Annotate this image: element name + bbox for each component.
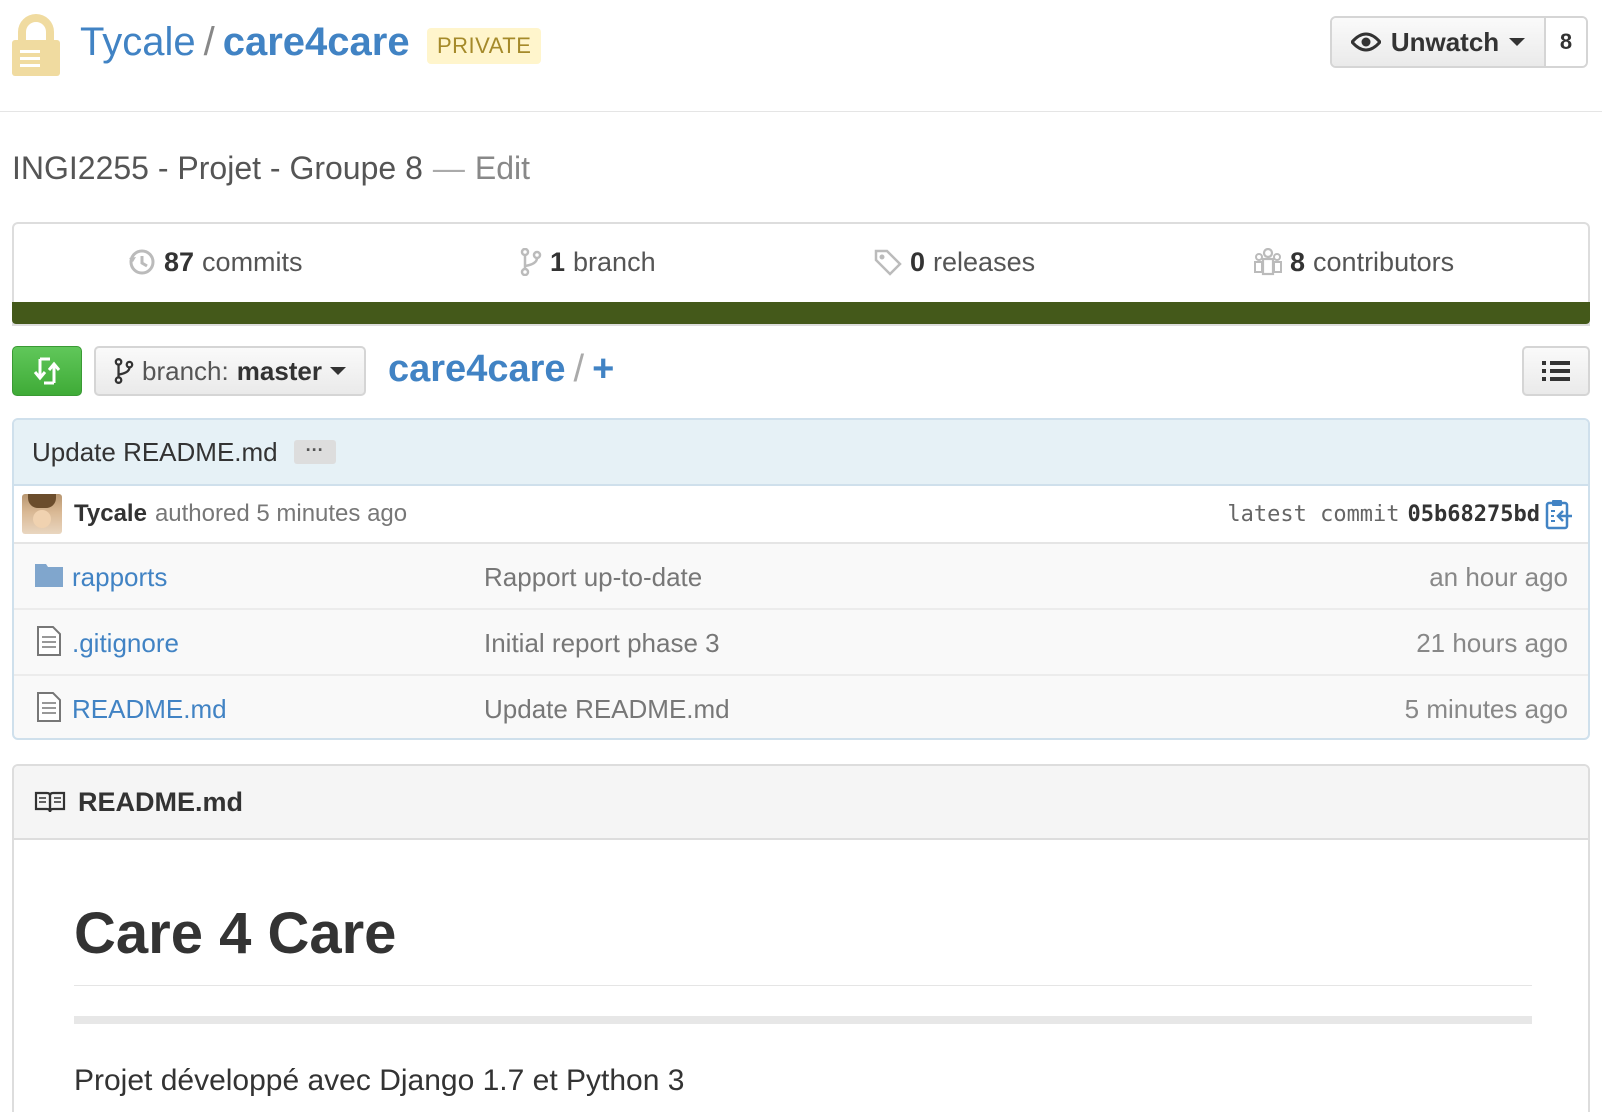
new-file-link[interactable]: + xyxy=(592,348,614,390)
file-age: an hour ago xyxy=(1429,562,1568,592)
branch-name: master xyxy=(236,355,323,386)
eye-icon xyxy=(1350,32,1381,52)
readme-paragraph: Projet développé avec Django 1.7 et Pyth… xyxy=(74,1064,685,1097)
book-icon xyxy=(34,791,66,813)
contributors-count: 8 xyxy=(1290,246,1306,277)
branch-icon xyxy=(520,248,542,276)
lock-icon xyxy=(12,14,60,76)
branches-count: 1 xyxy=(550,246,566,277)
edit-description-link[interactable]: Edit xyxy=(475,150,530,186)
list-icon xyxy=(1542,361,1570,381)
heading-divider xyxy=(74,985,1532,986)
releases-link[interactable]: 0 releases xyxy=(874,242,1035,282)
language-bar[interactable] xyxy=(12,302,1590,324)
contributors-label: contributors xyxy=(1313,246,1455,277)
releases-label: releases xyxy=(933,246,1036,277)
file-text-icon xyxy=(37,626,61,656)
file-commit-message[interactable]: Update README.md xyxy=(484,694,730,725)
expand-commit-button[interactable]: ··· xyxy=(293,440,336,464)
file-name-link[interactable]: README.md xyxy=(72,694,227,725)
file-age: 5 minutes ago xyxy=(1404,694,1568,724)
history-icon xyxy=(129,249,155,275)
branch-select-button[interactable]: branch: master xyxy=(94,346,366,396)
branches-label: branch xyxy=(573,246,656,277)
file-wrap: Update README.md ··· Tycale authored 5 m… xyxy=(12,418,1590,740)
toggle-list-button[interactable] xyxy=(1522,346,1590,396)
contributors-link[interactable]: 8 contributors xyxy=(1254,242,1454,282)
avatar[interactable] xyxy=(22,494,62,534)
latest-commit-sha-block: latest commit 05b68275bd xyxy=(1227,502,1540,527)
watch-button-group: Unwatch 8 xyxy=(1330,16,1588,68)
commit-authored-time: authored 5 minutes ago xyxy=(154,500,408,527)
clipboard-icon[interactable] xyxy=(1544,498,1574,530)
readme-panel: README.md Care 4 Care Projet développé a… xyxy=(12,764,1590,1112)
organization-icon xyxy=(1254,248,1282,276)
commit-author-link[interactable]: Tycale xyxy=(74,500,147,528)
readme-heading: Care 4 Care xyxy=(74,901,397,966)
folder-icon xyxy=(35,564,63,587)
repo-header: Tycale / care4care PRIVATE Unwatch 8 xyxy=(0,0,1602,112)
table-row: rapports Rapport up-to-date an hour ago xyxy=(14,544,1588,610)
latest-commit-title: Update README.md ··· xyxy=(14,420,1588,486)
private-badge: PRIVATE xyxy=(427,28,542,64)
watchers-count[interactable]: 8 xyxy=(1546,18,1586,66)
description-dash: — xyxy=(432,150,465,186)
file-text-icon xyxy=(37,692,61,722)
file-name-link[interactable]: rapports xyxy=(72,562,167,593)
repo-description-text: INGI2255 - Projet - Groupe 8 xyxy=(12,150,423,186)
commit-sha-link[interactable]: 05b68275bd xyxy=(1408,502,1540,527)
breadcrumb: care4care / + xyxy=(388,348,614,391)
file-name-link[interactable]: .gitignore xyxy=(72,628,179,659)
unwatch-button[interactable]: Unwatch xyxy=(1332,18,1546,66)
branch-icon xyxy=(114,358,134,384)
chevron-down-icon xyxy=(330,367,347,375)
branches-link[interactable]: 1 branch xyxy=(520,242,656,282)
releases-count: 0 xyxy=(910,246,926,277)
latest-commit-meta: Tycale authored 5 minutes ago latest com… xyxy=(14,486,1588,544)
chevron-down-icon xyxy=(1509,38,1526,46)
repo-owner-link[interactable]: Tycale xyxy=(80,20,196,64)
file-commit-message[interactable]: Rapport up-to-date xyxy=(484,562,702,593)
readme-header: README.md xyxy=(14,766,1588,840)
file-commit-message[interactable]: Initial report phase 3 xyxy=(484,628,720,659)
breadcrumb-separator: / xyxy=(573,348,585,390)
breadcrumb-root-link[interactable]: care4care xyxy=(388,348,566,390)
commits-count: 87 xyxy=(164,246,195,277)
repo-name-link[interactable]: care4care xyxy=(223,20,410,64)
compare-icon xyxy=(33,357,61,385)
commits-label: commits xyxy=(202,246,303,277)
unwatch-label: Unwatch xyxy=(1390,26,1500,57)
compare-button[interactable] xyxy=(12,346,82,396)
repo-description: INGI2255 - Projet - Groupe 8— Edit xyxy=(12,150,530,187)
commits-link[interactable]: 87 commits xyxy=(128,242,303,282)
branch-prefix: branch: xyxy=(142,355,229,386)
horizontal-rule xyxy=(74,1016,1532,1024)
latest-commit-label: latest commit xyxy=(1227,502,1400,527)
table-row: README.md Update README.md 5 minutes ago xyxy=(14,676,1588,738)
tag-icon xyxy=(874,249,902,276)
table-row: .gitignore Initial report phase 3 21 hou… xyxy=(14,610,1588,676)
repo-title-separator: / xyxy=(203,20,215,64)
latest-commit-message[interactable]: Update README.md xyxy=(32,437,278,468)
file-age: 21 hours ago xyxy=(1416,628,1568,658)
repo-title: Tycale / care4care xyxy=(80,16,410,68)
readme-filename: README.md xyxy=(78,786,244,817)
